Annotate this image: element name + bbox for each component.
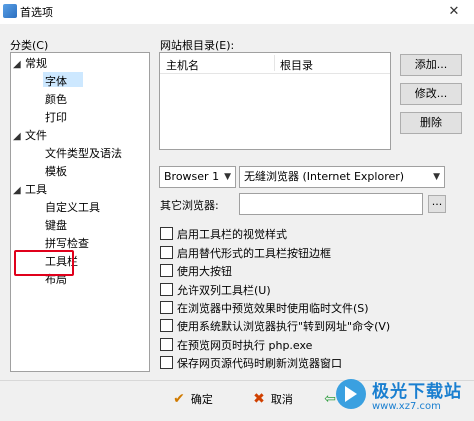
watermark-url: www.xz7.com bbox=[372, 401, 441, 412]
checkmark-icon: ✔ bbox=[173, 391, 185, 407]
option-label: 使用大按钮 bbox=[177, 265, 232, 278]
layout-highlight-box bbox=[14, 250, 74, 276]
watermark: 极光下载站 www.xz7.com bbox=[336, 375, 470, 419]
edit-button[interactable]: 修改... bbox=[400, 83, 462, 105]
other-browser-input[interactable] bbox=[239, 193, 423, 215]
app-icon bbox=[3, 4, 17, 18]
cancel-label: 取消 bbox=[270, 393, 293, 406]
tree-item-print[interactable]: 打印 bbox=[45, 109, 67, 125]
watermark-logo-icon bbox=[336, 379, 366, 409]
option-label: 启用工具栏的视觉样式 bbox=[177, 228, 287, 241]
title-bar: 首选项 ✕ bbox=[0, 0, 474, 24]
browser-version-value: Browser 1 bbox=[164, 170, 220, 183]
tree-item-label: 工具 bbox=[25, 183, 47, 196]
expand-arrow-icon[interactable]: ◢ bbox=[13, 185, 25, 196]
checkbox[interactable] bbox=[160, 283, 173, 296]
browser-type-select[interactable]: 无缝浏览器 (Internet Explorer) ▼ bbox=[239, 166, 445, 188]
tree-item-file[interactable]: ◢ 文件 bbox=[13, 127, 47, 143]
tree-item-label: 常规 bbox=[25, 57, 47, 70]
expand-arrow-icon[interactable]: ◢ bbox=[13, 59, 25, 70]
column-separator[interactable] bbox=[274, 55, 275, 71]
cross-icon: ✖ bbox=[253, 391, 265, 407]
tree-item-file-types[interactable]: 文件类型及语法 bbox=[45, 145, 122, 161]
browse-button[interactable]: ... bbox=[428, 195, 446, 213]
category-label: 分类(C) bbox=[10, 39, 49, 52]
option-temp-file-preview[interactable]: 在浏览器中预览效果时使用临时文件(S) bbox=[160, 300, 369, 316]
tree-item-general[interactable]: ◢ 常规 bbox=[13, 55, 47, 71]
tree-item-custom-tools[interactable]: 自定义工具 bbox=[45, 199, 100, 215]
option-toolbar-visual-style[interactable]: 启用工具栏的视觉样式 bbox=[160, 226, 287, 242]
browser-type-value: 无缝浏览器 (Internet Explorer) bbox=[244, 170, 405, 183]
option-double-row-toolbar[interactable]: 允许双列工具栏(U) bbox=[160, 282, 271, 298]
tree-item-tools[interactable]: ◢ 工具 bbox=[13, 181, 47, 197]
column-header-hostname[interactable]: 主机名 bbox=[166, 57, 199, 73]
chevron-down-icon: ▼ bbox=[224, 172, 231, 182]
add-button[interactable]: 添加... bbox=[400, 54, 462, 76]
delete-button[interactable]: 删除 bbox=[400, 112, 462, 134]
option-alt-button-border[interactable]: 启用替代形式的工具栏按钮边框 bbox=[160, 245, 331, 261]
tree-item-spellcheck[interactable]: 拼写检查 bbox=[45, 235, 89, 251]
column-header-root-dir[interactable]: 根目录 bbox=[280, 57, 313, 73]
tree-item-label: 文件 bbox=[25, 129, 47, 142]
list-header: 主机名 根目录 bbox=[160, 53, 390, 74]
watermark-title: 极光下载站 bbox=[372, 382, 462, 402]
option-label: 允许双列工具栏(U) bbox=[177, 284, 271, 297]
option-label: 在浏览器中预览效果时使用临时文件(S) bbox=[177, 302, 369, 315]
site-root-label: 网站根目录(E): bbox=[160, 39, 235, 52]
preferences-dialog: 首选项 ✕ 分类(C) ◢ 常规 字体 颜色 打印 ◢ 文件 文件类型及语法 模板 … bbox=[0, 0, 474, 421]
browser-version-select[interactable]: Browser 1 ▼ bbox=[159, 166, 236, 188]
tree-item-templates[interactable]: 模板 bbox=[45, 163, 67, 179]
option-label: 保存网页源代码时刷新浏览器窗口 bbox=[177, 357, 342, 370]
option-label: 启用替代形式的工具栏按钮边框 bbox=[177, 247, 331, 260]
other-browser-label: 其它浏览器: bbox=[160, 199, 219, 212]
checkbox[interactable] bbox=[160, 356, 173, 369]
site-root-list[interactable]: 主机名 根目录 bbox=[159, 52, 391, 150]
category-tree[interactable]: ◢ 常规 字体 颜色 打印 ◢ 文件 文件类型及语法 模板 ◢ 工具 自定义工具 键盘… bbox=[10, 52, 150, 372]
checkbox[interactable] bbox=[160, 264, 173, 277]
checkbox[interactable] bbox=[160, 227, 173, 240]
window-title: 首选项 bbox=[20, 6, 53, 19]
close-button[interactable]: ✕ bbox=[434, 0, 474, 24]
option-default-browser-goto[interactable]: 使用系统默认浏览器执行"转到网址"命令(V) bbox=[160, 318, 390, 334]
back-arrow-icon: ⇦ bbox=[324, 391, 336, 407]
option-large-buttons[interactable]: 使用大按钮 bbox=[160, 263, 232, 279]
checkbox[interactable] bbox=[160, 338, 173, 351]
chevron-down-icon: ▼ bbox=[433, 172, 440, 182]
checkbox[interactable] bbox=[160, 319, 173, 332]
ok-button[interactable]: ✔ 确定 bbox=[160, 386, 226, 414]
option-run-php[interactable]: 在预览网页时执行 php.exe bbox=[160, 337, 312, 353]
tree-item-font[interactable]: 字体 bbox=[45, 73, 67, 89]
option-refresh-on-save[interactable]: 保存网页源代码时刷新浏览器窗口 bbox=[160, 355, 342, 371]
ok-label: 确定 bbox=[190, 393, 213, 406]
checkbox[interactable] bbox=[160, 301, 173, 314]
tree-item-color[interactable]: 颜色 bbox=[45, 91, 67, 107]
cancel-button[interactable]: ✖ 取消 bbox=[240, 386, 306, 414]
expand-arrow-icon[interactable]: ◢ bbox=[13, 131, 25, 142]
option-label: 在预览网页时执行 php.exe bbox=[177, 339, 313, 352]
tree-item-keyboard[interactable]: 键盘 bbox=[45, 217, 67, 233]
option-label: 使用系统默认浏览器执行"转到网址"命令(V) bbox=[177, 320, 391, 333]
checkbox[interactable] bbox=[160, 246, 173, 259]
